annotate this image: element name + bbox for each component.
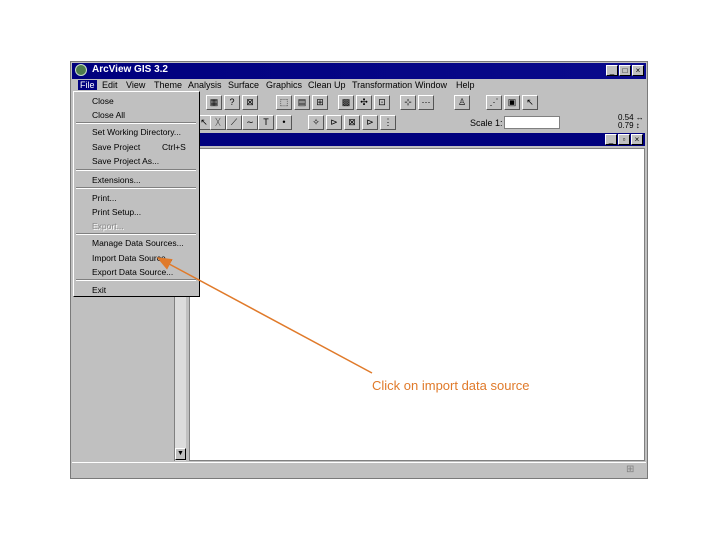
zoom-select-icon[interactable]: ⊡: [374, 95, 390, 110]
menu-item-print[interactable]: Print...: [92, 193, 117, 203]
zoom-out-icon[interactable]: ⋯: [418, 95, 434, 110]
coordinate-readout: 0.54 ↔ 0.79 ↕: [618, 114, 644, 130]
menu-window[interactable]: Window: [415, 80, 447, 90]
menu-edit[interactable]: Edit: [102, 80, 118, 90]
doc-minimize-button[interactable]: _: [605, 134, 617, 145]
script-icon[interactable]: ▣: [504, 95, 520, 110]
menu-separator: [76, 279, 196, 281]
menu-item-set-working-directory[interactable]: Set Working Directory...: [92, 127, 181, 137]
menu-separator: [76, 187, 196, 189]
window-title: ArcView GIS 3.2: [92, 64, 168, 75]
menu-item-shortcut: Ctrl+S: [162, 142, 186, 152]
zoom-icon[interactable]: ⊠: [242, 95, 258, 110]
maximize-button[interactable]: □: [619, 65, 631, 76]
menu-help[interactable]: Help: [456, 80, 475, 90]
zoom-full-icon[interactable]: ▩: [338, 95, 354, 110]
menu-graphics[interactable]: Graphics: [266, 80, 302, 90]
doc-restore-button[interactable]: ▫: [618, 134, 630, 145]
close-button[interactable]: ×: [632, 65, 644, 76]
merge-tool-icon[interactable]: ⊳: [362, 115, 378, 130]
chart-icon[interactable]: ⋰: [486, 95, 502, 110]
pan-tool-icon[interactable]: ∼: [242, 115, 258, 130]
status-bar: ⊞: [72, 462, 646, 478]
file-menu: Close Close All Set Working Directory...…: [73, 91, 200, 297]
point-tool-icon[interactable]: •: [276, 115, 292, 130]
menu-transformation[interactable]: Transformation: [352, 80, 412, 90]
menu-item-export: Export...: [92, 221, 124, 231]
menu-item-print-setup[interactable]: Print Setup...: [92, 207, 141, 217]
globe-icon: [75, 64, 87, 76]
table-icon[interactable]: ▤: [294, 95, 310, 110]
minimize-button[interactable]: _: [606, 65, 618, 76]
scale-label: Scale 1:: [470, 118, 503, 128]
menu-separator: [76, 122, 196, 124]
buffer-tool-icon[interactable]: ⋮: [380, 115, 396, 130]
zoom-in-icon[interactable]: ⊹: [400, 95, 416, 110]
measure-tool-icon[interactable]: ⟋: [226, 115, 242, 130]
menu-item-import-data-source[interactable]: Import Data Source...: [92, 253, 173, 263]
document-title-bar[interactable]: _ ▫ ×: [199, 133, 645, 146]
menu-item-exit[interactable]: Exit: [92, 285, 106, 295]
menu-clean-up[interactable]: Clean Up: [308, 80, 346, 90]
draw-tool-icon[interactable]: ✧: [308, 115, 324, 130]
grid-icon[interactable]: ▦: [206, 95, 222, 110]
menu-surface[interactable]: Surface: [228, 80, 259, 90]
menu-analysis[interactable]: Analysis: [188, 80, 222, 90]
split-tool-icon[interactable]: ⊠: [344, 115, 360, 130]
scale-input[interactable]: [504, 116, 560, 129]
coordinate-y: 0.79 ↕: [618, 121, 640, 130]
title-bar[interactable]: ArcView GIS 3.2 _ □ ×: [72, 63, 646, 79]
menu-separator: [76, 233, 196, 235]
menu-file[interactable]: File: [78, 80, 97, 90]
menu-item-save-project-as[interactable]: Save Project As...: [92, 156, 159, 166]
snap-tool-icon[interactable]: ⊳: [326, 115, 342, 130]
text-tool-icon[interactable]: T: [258, 115, 274, 130]
vertex-tool-icon[interactable]: ᚷ: [210, 115, 226, 130]
help-pointer-icon[interactable]: ↖: [522, 95, 538, 110]
resize-grip-icon[interactable]: ⊞: [626, 464, 638, 476]
menu-view[interactable]: View: [126, 80, 145, 90]
info-icon[interactable]: ?: [224, 95, 240, 110]
scroll-down-icon[interactable]: ▼: [175, 448, 186, 460]
menu-item-manage-data-sources[interactable]: Manage Data Sources...: [92, 238, 184, 248]
menu-item-extensions[interactable]: Extensions...: [92, 175, 141, 185]
zoom-theme-icon[interactable]: ✣: [356, 95, 372, 110]
menu-item-close-all[interactable]: Close All: [92, 110, 125, 120]
callout-text: Click on import data source: [372, 378, 530, 393]
menu-item-save-project[interactable]: Save Project: [92, 142, 140, 152]
menu-separator: [76, 169, 196, 171]
view-canvas[interactable]: [189, 148, 645, 461]
select-icon[interactable]: ⬚: [276, 95, 292, 110]
layout-icon[interactable]: ♙: [454, 95, 470, 110]
menu-theme[interactable]: Theme: [154, 80, 182, 90]
doc-close-button[interactable]: ×: [631, 134, 643, 145]
query-icon[interactable]: ⊞: [312, 95, 328, 110]
menu-item-export-data-source[interactable]: Export Data Source...: [92, 267, 173, 277]
menu-item-close[interactable]: Close: [92, 96, 114, 106]
